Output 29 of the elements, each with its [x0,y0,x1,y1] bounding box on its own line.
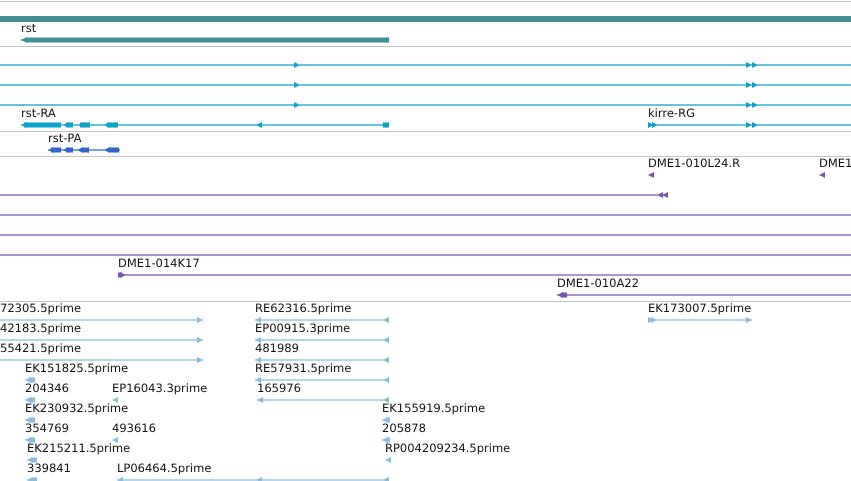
feature-label: DME1-010A22 [557,277,639,290]
feature-label: 42183.5prime [0,322,82,335]
feature-label: rst-RA [21,107,56,120]
feature-label: kirre-RG [648,107,695,120]
feature-label: EK215211.5prime [27,442,130,455]
feature-label: 339841 [27,462,71,475]
feature-label: EK230932.5prime [25,402,128,415]
feature-label: RP004209234.5prime [385,442,510,455]
feature-label: 72305.5prime [0,302,82,315]
feature-label: 165976 [257,382,301,395]
feature-label: 354769 [25,422,69,435]
feature-label: 55421.5prime [0,342,82,355]
feature-label: DME1-014K17 [118,257,200,270]
feature-label: EP00915.3prime [255,322,350,335]
feature-label: 204346 [25,382,69,395]
feature-label: 205878 [382,422,426,435]
feature-label: rst-PA [48,132,82,145]
feature-label: RE62316.5prime [255,302,352,315]
feature-label: 481989 [255,342,299,355]
feature-label: EK151825.5prime [25,362,128,375]
feature-label: LP06464.5prime [117,462,212,475]
feature-label: rst [21,22,36,34]
feature-label: EK173007.5prime [648,302,752,315]
feature-label: EP16043.3prime [112,382,208,395]
feature-label: DME1 [819,157,851,170]
feature-label: 493616 [112,422,156,435]
feature-label: DME1-010L24.R [648,157,740,170]
feature-label: EK155919.5prime [382,402,486,415]
feature-label: RE57931.5prime [255,362,352,375]
